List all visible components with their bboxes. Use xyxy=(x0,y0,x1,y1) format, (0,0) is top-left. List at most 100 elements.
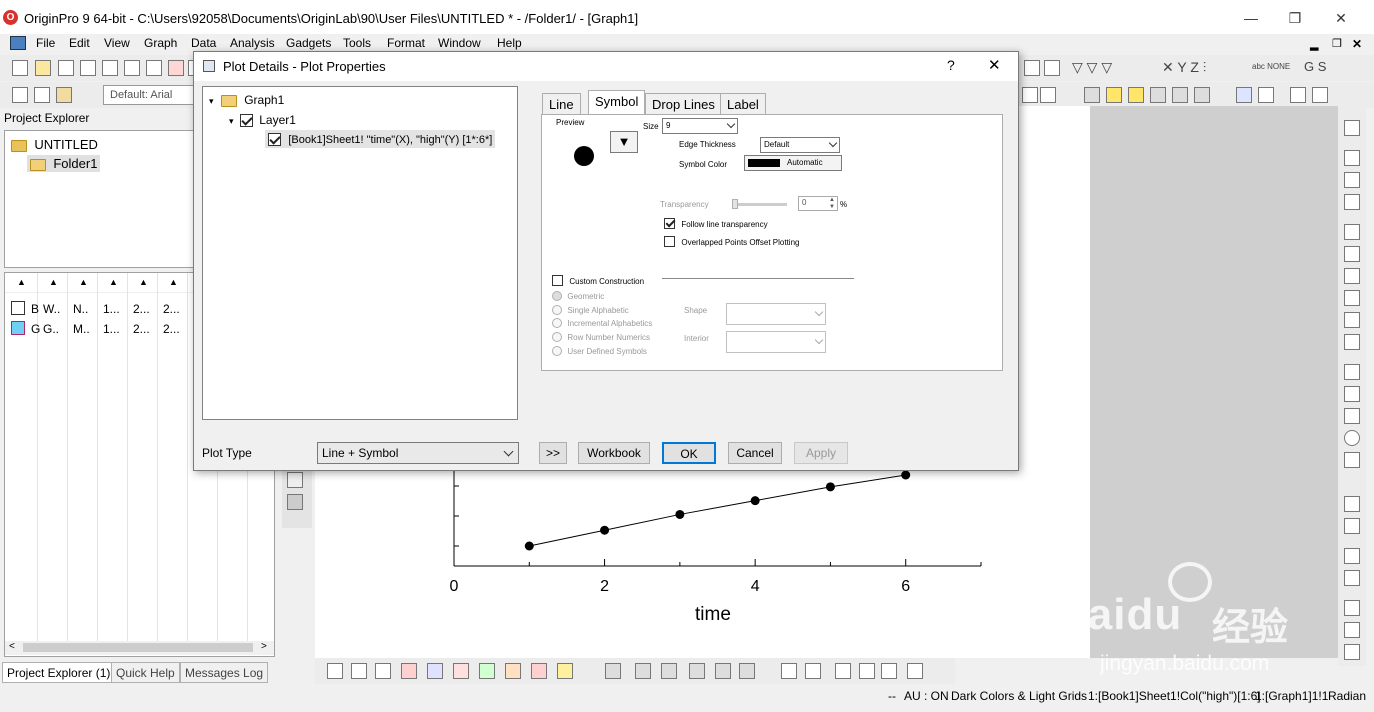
custom-construction-option[interactable]: Custom Construction xyxy=(552,273,644,287)
tab-label[interactable]: Label xyxy=(720,93,766,115)
new-function-icon[interactable] xyxy=(146,60,162,76)
expand-button[interactable]: >> xyxy=(539,442,567,464)
follow-line-checkbox[interactable] xyxy=(664,218,675,230)
new-workbook-icon[interactable] xyxy=(58,60,74,76)
document-icon[interactable] xyxy=(10,36,26,50)
axis-top-icon[interactable] xyxy=(1344,246,1360,262)
area-plot-icon[interactable] xyxy=(479,663,495,679)
help-button[interactable]: ? xyxy=(947,57,955,73)
scroll-thumb[interactable] xyxy=(23,643,253,652)
clock-icon[interactable] xyxy=(1344,430,1360,446)
axis-break-icon[interactable] xyxy=(1344,312,1360,328)
radio-single-alphabetic[interactable]: Single Alphabetic xyxy=(552,302,629,316)
layout-tool-icon[interactable] xyxy=(1022,87,1038,103)
radio-row-number-numerics[interactable]: Row Number Numerics xyxy=(552,329,650,343)
m-icon[interactable] xyxy=(1236,87,1252,103)
tab-quick-help[interactable]: Quick Help xyxy=(111,662,180,683)
template-icon[interactable] xyxy=(557,663,573,679)
mdi-min-icon[interactable]: ▂ xyxy=(1310,38,1318,51)
menu-format[interactable]: Format xyxy=(387,36,425,50)
minimize-button[interactable]: — xyxy=(1228,6,1274,30)
status-theme[interactable]: Dark Colors & Light Grids xyxy=(951,689,1087,703)
symbol-color-button[interactable]: Automatic xyxy=(744,155,842,171)
3d-surface-icon[interactable] xyxy=(635,663,651,679)
mdi-close-icon[interactable]: ✕ xyxy=(1352,37,1362,51)
tab-messages-log[interactable]: Messages Log xyxy=(180,662,269,683)
workbook-button[interactable]: Workbook xyxy=(578,442,650,464)
align-top-icon[interactable] xyxy=(1344,548,1360,564)
layer-4-icon[interactable] xyxy=(1344,194,1360,210)
menu-data[interactable]: Data xyxy=(191,36,216,50)
tree-item-layer1[interactable]: ▾ Layer1 xyxy=(229,113,296,128)
menu-tools[interactable]: Tools xyxy=(343,36,371,50)
axis-l-icon[interactable] xyxy=(1344,224,1360,240)
3d-wire-icon[interactable] xyxy=(661,663,677,679)
zoom-icon[interactable] xyxy=(287,472,303,488)
tab-drop-lines[interactable]: Drop Lines xyxy=(645,93,722,115)
paste-icon[interactable] xyxy=(56,87,72,103)
cancel-button[interactable]: Cancel xyxy=(728,442,782,464)
scroll-right-icon[interactable]: > xyxy=(261,641,267,652)
mdi-restore-icon[interactable]: ❐ xyxy=(1332,37,1342,50)
line-symbol-icon[interactable] xyxy=(375,663,391,679)
follow-line-transparency-option[interactable]: Follow line transparency xyxy=(664,216,768,230)
menu-graph[interactable]: Graph xyxy=(144,36,177,50)
axis-right-icon[interactable] xyxy=(1344,268,1360,284)
layer-add-icon[interactable] xyxy=(1344,150,1360,166)
layer-grid-icon[interactable] xyxy=(1344,172,1360,188)
sort-icon[interactable]: ▲ xyxy=(109,277,118,287)
layer-checkbox[interactable] xyxy=(239,114,253,128)
reset-icon[interactable] xyxy=(907,663,923,679)
expand-icon[interactable]: ▾ xyxy=(209,96,214,106)
menu-file[interactable]: File xyxy=(36,36,55,50)
radio-user-defined-symbols[interactable]: User Defined Symbols xyxy=(552,343,647,357)
new-project-icon[interactable] xyxy=(12,60,28,76)
enlarge-icon[interactable] xyxy=(835,663,851,679)
transparency-spinner[interactable]: 0 ▲ ▼ xyxy=(798,196,838,211)
abc-none-icon[interactable]: abc NONE xyxy=(1252,62,1290,71)
list-item[interactable]: G G.. M.. 1... 2... 2... xyxy=(9,321,199,337)
arrange-icon[interactable] xyxy=(1194,87,1210,103)
status-angle[interactable]: Radian xyxy=(1328,689,1366,703)
column-plot-icon[interactable] xyxy=(401,663,417,679)
font-combo[interactable]: Default: Arial xyxy=(103,85,195,105)
size-combo[interactable]: 9 xyxy=(662,118,738,134)
merge-icon[interactable] xyxy=(1150,87,1166,103)
slider-thumb[interactable] xyxy=(732,199,738,209)
tab-project-explorer[interactable]: Project Explorer (1) xyxy=(2,662,116,683)
align-left-icon[interactable] xyxy=(1344,496,1360,512)
3d-color-icon[interactable] xyxy=(739,663,755,679)
scroll-left-icon[interactable]: < xyxy=(9,641,15,652)
plot-type-combo[interactable]: Line + Symbol xyxy=(317,442,519,464)
radio-geometric[interactable]: Geometric xyxy=(552,288,604,302)
axis-box-icon[interactable] xyxy=(1344,290,1360,306)
3d-matrix-icon[interactable] xyxy=(715,663,731,679)
box-chart-icon[interactable] xyxy=(453,663,469,679)
histogram-icon[interactable] xyxy=(1044,60,1060,76)
x-icon[interactable] xyxy=(1258,87,1274,103)
3d-bar-icon[interactable] xyxy=(605,663,621,679)
plot-checkbox[interactable] xyxy=(268,133,281,147)
tree-item-graph1[interactable]: ▾ Graph1 xyxy=(209,93,284,107)
contour-icon[interactable] xyxy=(427,663,443,679)
table-icon[interactable] xyxy=(1344,452,1360,468)
menu-view[interactable]: View xyxy=(104,36,130,50)
layer-icon[interactable] xyxy=(1172,87,1188,103)
new-layout-icon[interactable] xyxy=(168,60,184,76)
sort-icon[interactable]: ▲ xyxy=(169,277,178,287)
stock-icon[interactable] xyxy=(531,663,547,679)
distribute-icon[interactable] xyxy=(1312,87,1328,103)
3d-scatter-icon[interactable] xyxy=(689,663,705,679)
table-tool-icon[interactable] xyxy=(1040,87,1056,103)
maximize-button[interactable]: ❐ xyxy=(1272,6,1318,30)
distribute-v-icon[interactable] xyxy=(1344,644,1360,660)
align-center-icon[interactable] xyxy=(1344,518,1360,534)
tilt-icon[interactable] xyxy=(805,663,821,679)
tab-line[interactable]: Line xyxy=(542,93,581,115)
sort-icon[interactable]: ▲ xyxy=(139,277,148,287)
radio-incremental-alphabetics[interactable]: Incremental Alphabetics xyxy=(552,315,652,329)
pencil-icon[interactable] xyxy=(1106,87,1122,103)
list-icon[interactable] xyxy=(1344,364,1360,380)
cut-icon[interactable] xyxy=(12,87,28,103)
dialog-close-button[interactable]: ✕ xyxy=(988,56,1001,74)
